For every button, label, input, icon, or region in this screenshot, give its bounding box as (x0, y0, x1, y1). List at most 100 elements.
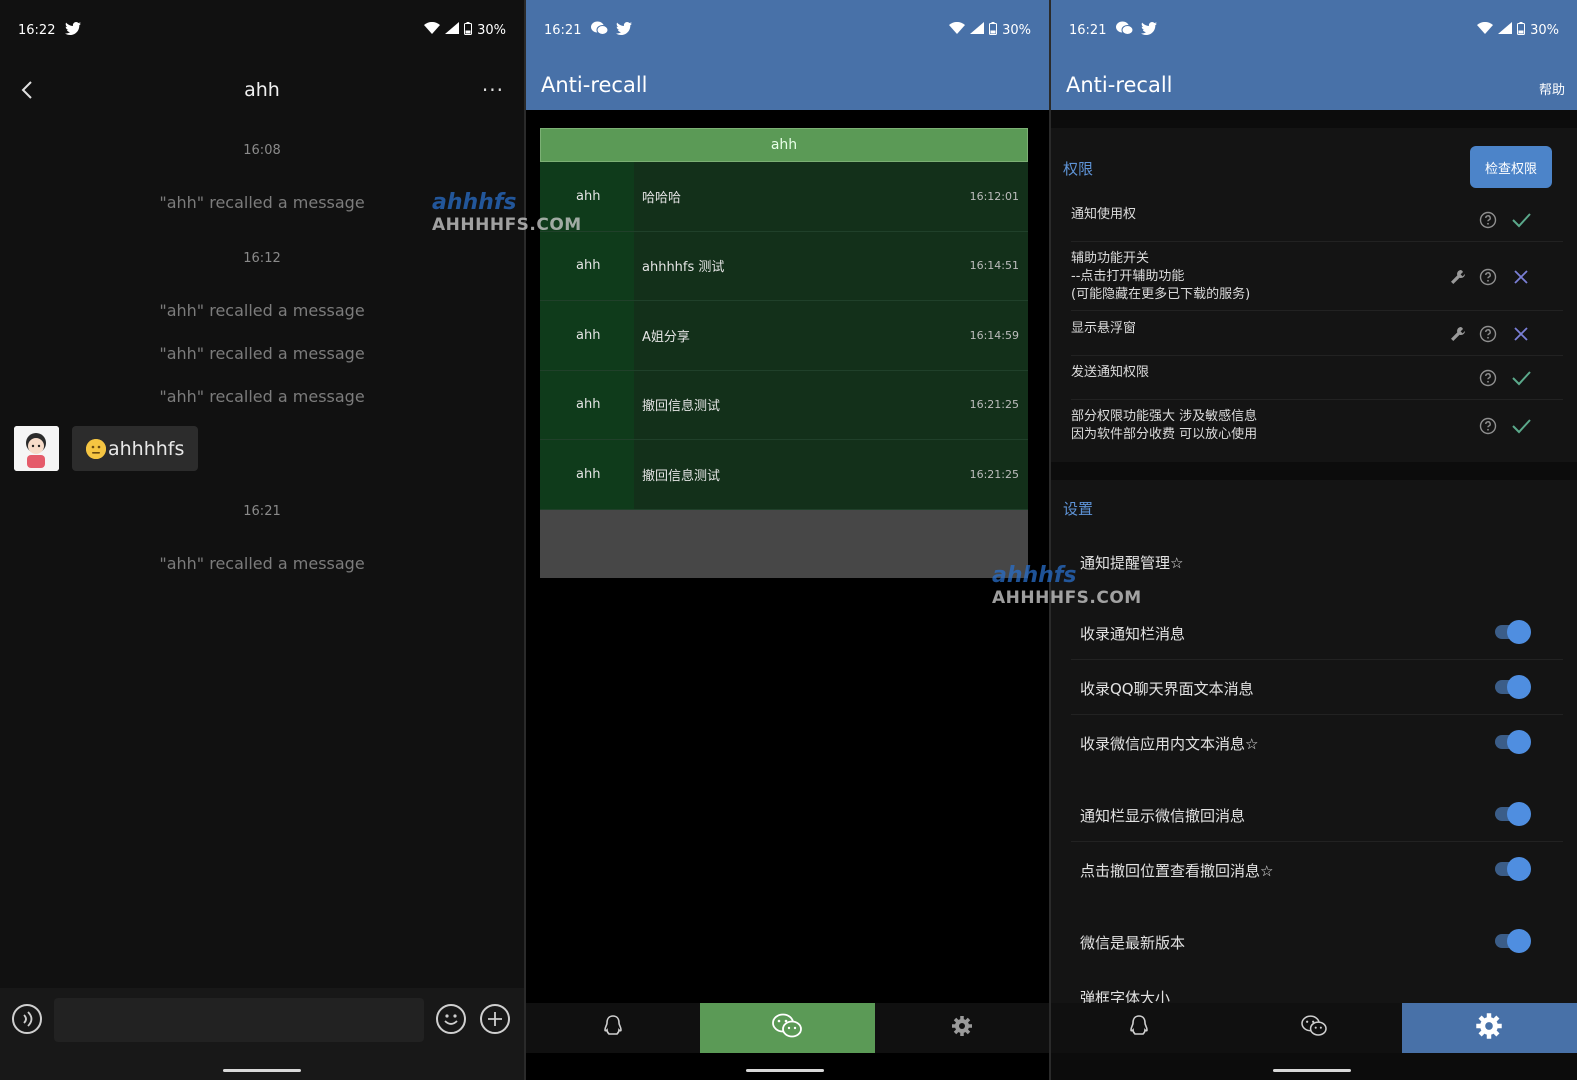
permissions-title: 权限 (1063, 160, 1094, 178)
plus-icon[interactable] (480, 1004, 510, 1034)
record-message: A姐分享 (642, 329, 690, 345)
permission-label: 显示悬浮窗 (1071, 321, 1137, 336)
app-title: Anti-recall (1066, 73, 1173, 97)
gear-icon (951, 1015, 973, 1041)
toggle-knob (1507, 929, 1531, 953)
permission-item[interactable]: 显示悬浮窗 (1071, 320, 1136, 338)
record-message: 撤回信息测试 (642, 399, 721, 415)
emoji-icon[interactable] (436, 1004, 466, 1034)
home-indicator[interactable] (1273, 1069, 1351, 1072)
voice-input-icon[interactable] (12, 1004, 42, 1034)
chat-input-bar (0, 988, 524, 1080)
watermark-logo: ahhhfs (432, 190, 517, 215)
check-permissions-button[interactable]: 检查权限 (1470, 146, 1552, 188)
app-bar: 16:21 30% Anti-recall (526, 0, 1049, 110)
record-list: ahh 哈哈哈 16:12:01 ahh ahhhhfs 测试 16:14:51… (540, 162, 1028, 510)
permission-label-sub: (可能隐藏在更多已下载的服务) (1071, 287, 1251, 302)
back-arrow-icon[interactable] (16, 78, 40, 102)
battery-icon (464, 21, 473, 39)
message-input[interactable] (54, 998, 424, 1042)
recall-records: ahh ahh 哈哈哈 16:12:01 ahh ahhhhfs 测试 16:1… (540, 128, 1028, 578)
help-button[interactable]: 帮助 (1539, 79, 1565, 98)
setting-record-wechat: 收录微信应用内文本消息☆ (1080, 735, 1259, 753)
help-circle-icon[interactable] (1479, 369, 1497, 387)
toggle-switch[interactable] (1495, 929, 1531, 953)
permission-label: 通知使用权 (1071, 207, 1137, 222)
home-indicator[interactable] (746, 1069, 824, 1072)
message-text: ahhhhfs (108, 437, 185, 460)
battery-percent: 30% (1530, 22, 1559, 38)
more-options-icon[interactable]: ··· (482, 78, 504, 102)
permission-item[interactable]: 通知使用权 (1071, 206, 1136, 224)
wifi-icon (949, 21, 966, 38)
home-indicator[interactable] (223, 1069, 301, 1072)
avatar[interactable] (14, 426, 59, 471)
wrench-icon[interactable] (1449, 268, 1467, 286)
setting-record-notification: 收录通知栏消息 (1080, 625, 1186, 643)
record-time: 16:21:25 (969, 398, 1019, 412)
permission-item[interactable]: 发送通知权限 (1071, 364, 1149, 382)
help-circle-icon[interactable] (1479, 211, 1497, 229)
divider (1071, 241, 1563, 242)
record-row[interactable]: ahh 撤回信息测试 16:21:25 (540, 440, 1028, 510)
wechat-icon (1300, 1014, 1328, 1042)
record-sender: ahh (540, 370, 634, 439)
toggle-switch[interactable] (1495, 730, 1531, 754)
twitter-icon (1141, 21, 1158, 39)
record-time: 16:12:01 (969, 189, 1019, 203)
bottom-nav (526, 1003, 1049, 1053)
record-sender: ahh (540, 301, 634, 370)
record-row[interactable]: ahh 哈哈哈 16:12:01 (540, 162, 1028, 232)
checkmark-icon (1511, 211, 1531, 229)
checkmark-icon (1511, 417, 1531, 435)
permission-label: 部分权限功能强大 涉及敏感信息 (1071, 409, 1258, 424)
tab-wechat[interactable] (1226, 1003, 1401, 1053)
record-sender: ahh (540, 440, 634, 509)
toggle-knob (1507, 620, 1531, 644)
record-row[interactable]: ahh ahhhhfs 测试 16:14:51 (540, 231, 1028, 301)
app-title: Anti-recall (541, 73, 648, 97)
permission-item[interactable]: 部分权限功能强大 涉及敏感信息 因为软件部分收费 可以放心使用 (1071, 408, 1257, 444)
setting-click-recall-position: 点击撤回位置查看撤回消息☆ (1080, 862, 1274, 880)
permission-label: 发送通知权限 (1071, 365, 1150, 380)
cross-icon (1512, 325, 1530, 343)
toggle-knob (1507, 802, 1531, 826)
signal-icon (445, 22, 460, 38)
bottom-nav (1051, 1003, 1577, 1053)
help-circle-icon[interactable] (1479, 268, 1497, 286)
permission-item[interactable]: 辅助功能开关 --点击打开辅助功能 (可能隐藏在更多已下载的服务) (1071, 250, 1250, 304)
toggle-knob (1507, 857, 1531, 881)
battery-percent: 30% (477, 22, 506, 38)
signal-icon (970, 22, 985, 38)
record-row[interactable]: ahh A姐分享 16:14:59 (540, 301, 1028, 371)
qq-icon (1128, 1014, 1150, 1042)
wrench-icon[interactable] (1449, 325, 1467, 343)
chat-header: ahh ··· (0, 60, 524, 120)
status-time: 16:22 (18, 22, 56, 38)
permission-label-sub: 因为软件部分收费 可以放心使用 (1071, 427, 1258, 442)
tab-settings[interactable] (1401, 1003, 1577, 1053)
tab-settings[interactable] (875, 1003, 1049, 1053)
divider (1071, 659, 1563, 660)
record-time: 16:14:51 (969, 259, 1019, 273)
gear-icon (1475, 1012, 1503, 1044)
tab-wechat[interactable] (700, 1003, 875, 1053)
watermark-logo: ahhhfs (992, 563, 1077, 588)
record-message: 哈哈哈 (642, 190, 682, 206)
permission-label-sub: --点击打开辅助功能 (1071, 269, 1185, 284)
setting-wechat-latest: 微信是最新版本 (1080, 934, 1186, 952)
tab-qq[interactable] (526, 1003, 700, 1053)
toggle-switch[interactable] (1495, 857, 1531, 881)
toggle-switch[interactable] (1495, 802, 1531, 826)
help-circle-icon[interactable] (1479, 325, 1497, 343)
group-header[interactable]: ahh (540, 128, 1028, 162)
toggle-knob (1507, 730, 1531, 754)
tab-qq[interactable] (1051, 1003, 1226, 1053)
toggle-switch[interactable] (1495, 675, 1531, 699)
permission-label: 辅助功能开关 (1071, 251, 1150, 266)
help-circle-icon[interactable] (1479, 417, 1497, 435)
message-bubble[interactable]: ahhhhfs (72, 426, 199, 471)
toggle-switch[interactable] (1495, 620, 1531, 644)
record-row[interactable]: ahh 撤回信息测试 16:21:25 (540, 370, 1028, 440)
cross-icon (1512, 268, 1530, 286)
